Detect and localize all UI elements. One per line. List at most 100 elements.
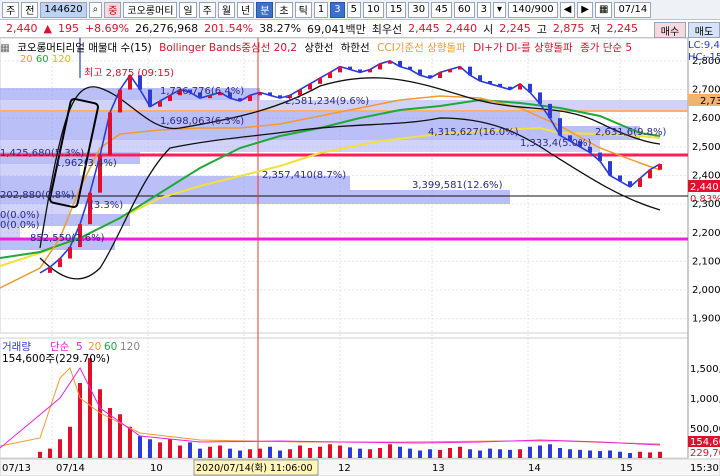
legend-close[interactable]: 종가 단순 5 [580, 42, 632, 54]
unit-select[interactable]: 3 [476, 1, 491, 18]
volume-bar [658, 451, 662, 458]
toolbar-left-label-1[interactable]: 전 [21, 1, 39, 18]
search-icon[interactable]: ⌕ [88, 1, 103, 18]
volume-bar [488, 448, 492, 458]
legend-lower[interactable]: 하한선 [341, 42, 370, 54]
price-change-pct: +8.69% [84, 22, 130, 35]
legend-di[interactable]: DI+가 DI-를 상향돌파 [473, 42, 573, 54]
volume-total: 26,276,968 [135, 22, 199, 35]
candle [118, 89, 122, 113]
interval-60[interactable]: 60 [453, 1, 475, 18]
prev-icon[interactable]: ◀ [559, 1, 576, 18]
candle [368, 69, 372, 73]
volume-bar [178, 445, 182, 458]
profile-label: 1,962(3.4%) [55, 158, 117, 169]
buy-button[interactable]: 매수 [654, 22, 686, 38]
low-label: 저 [590, 22, 601, 36]
sell-button[interactable]: 매도 [688, 22, 720, 38]
candle [518, 83, 522, 90]
volume-bar [578, 449, 582, 458]
volume-bar [248, 449, 252, 458]
candle [158, 101, 162, 107]
count-display[interactable]: 140/900 [508, 1, 558, 18]
candle [248, 95, 252, 102]
next-icon[interactable]: ▶ [577, 1, 593, 18]
volume-bar [238, 450, 242, 458]
candle [238, 98, 242, 102]
stock-name: 코오롱머티 [123, 1, 178, 18]
interval-45[interactable]: 45 [431, 1, 452, 18]
volume-axis-tick: 500,000 [690, 424, 720, 435]
calendar-icon[interactable]: ▦ [594, 1, 613, 18]
date-field[interactable]: 07/14 [614, 1, 652, 18]
period-tab-tick[interactable]: 틱 [294, 1, 312, 18]
toolbar-left-label-0[interactable]: 주 [2, 1, 20, 18]
period-tab-day[interactable]: 일 [179, 1, 197, 18]
period-tab-week[interactable]: 주 [198, 1, 216, 18]
volume-bar [568, 449, 572, 458]
profile-label: (3.3%) [90, 200, 123, 211]
period-tab-second[interactable]: 초 [275, 1, 293, 18]
period-tab-minute[interactable]: 분 [256, 1, 274, 18]
interval-1[interactable]: 1 [313, 1, 329, 18]
candle [68, 247, 72, 259]
legend-upper[interactable]: 상한선 [304, 42, 333, 54]
interval-5[interactable]: 5 [346, 1, 361, 18]
volume-bar [598, 451, 602, 458]
profile-label: 1,333,4(5.0%) [520, 138, 591, 149]
side-label-2: HC:-15 [688, 52, 720, 63]
interval-10[interactable]: 10 [362, 1, 384, 18]
best-bid: 2,440 [445, 22, 478, 35]
candle [558, 118, 562, 136]
volume-bar [88, 358, 92, 458]
period-tab-year[interactable]: 년 [237, 1, 255, 18]
candle [318, 78, 322, 84]
legend-cci[interactable]: CCI기준선 상향돌파 [377, 42, 466, 54]
volume-legend-20: 20 [88, 341, 101, 353]
chart-canvas[interactable]: 1,726,776(6.4%) 2,581,234(9.6%) 1,698,06… [0, 38, 720, 476]
chevron-down-icon[interactable]: ▾ [493, 1, 507, 18]
time-label: 10 [150, 463, 163, 474]
period-tab-month[interactable]: 월 [217, 1, 236, 18]
volume-legend-simple: 단순 [50, 341, 70, 353]
volume-bar [468, 449, 472, 458]
candle [428, 75, 432, 79]
ma-legend-60: 60 [35, 54, 49, 65]
volume-bar [228, 448, 232, 458]
stock-code-input[interactable]: 144620 [40, 1, 87, 18]
legend-title[interactable]: 코오롱머티리얼 매물대 수(15) [17, 42, 152, 54]
interval-30[interactable]: 30 [408, 1, 430, 18]
candle [438, 72, 442, 79]
volume-bar [338, 445, 342, 458]
volume-legend-120: 120 [120, 341, 140, 353]
price-axis-tick: 1,900 [692, 314, 720, 325]
candle [598, 152, 602, 162]
volume-bar [268, 446, 272, 458]
price-axis-tick: 2,500 [692, 142, 720, 153]
candle [58, 258, 62, 268]
candle [298, 89, 302, 96]
volume-bar [528, 446, 532, 458]
candle [448, 69, 452, 73]
volume-bar [368, 449, 372, 458]
volume-axis-tick: 1,000, [690, 394, 720, 405]
candle [658, 164, 662, 170]
badge-icon: 중 [104, 1, 122, 18]
volume-bar [628, 453, 632, 458]
cursor-time: 2020/07/14(화) 11:06:00 [196, 463, 313, 474]
candle [618, 175, 622, 182]
legend-icon[interactable]: ▦ [0, 42, 10, 54]
volume-bar [258, 448, 262, 458]
volume-bar [188, 442, 192, 458]
profile-label: 852,550(2.6%) [30, 233, 105, 244]
volume-bar [618, 451, 622, 458]
legend-bollinger[interactable]: Bollinger Bands중심선 20,2 [159, 42, 297, 54]
interval-3[interactable]: 3 [330, 1, 345, 18]
volume-bar [428, 449, 432, 458]
axis-current-price: 2,440 [690, 182, 719, 193]
high-price: 2,875 [552, 22, 585, 35]
volume-bar [168, 439, 172, 458]
time-label: 15 [620, 463, 633, 474]
interval-15[interactable]: 15 [385, 1, 407, 18]
volume-bar [408, 448, 412, 458]
